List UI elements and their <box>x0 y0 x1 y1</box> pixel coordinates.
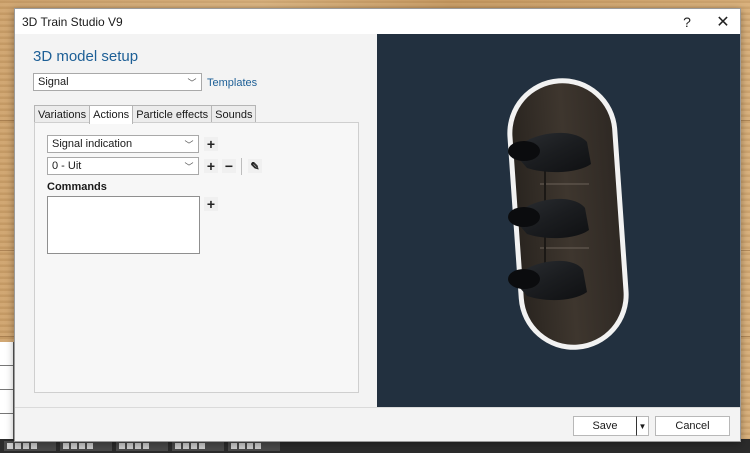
chevron-down-icon: ﹀ <box>187 77 197 88</box>
actions-panel: Signal indication ﹀ + 0 - Uit ﹀ + − ✎ Co… <box>34 122 359 393</box>
tab-label: Sounds <box>215 108 253 121</box>
add-command-button[interactable]: + <box>204 196 218 212</box>
tab-bar: Variations Actions Particle effects Soun… <box>34 105 257 124</box>
pencil-icon: ✎ <box>250 160 260 173</box>
close-icon: ✕ <box>716 13 730 31</box>
add-action-button[interactable]: + <box>204 136 218 152</box>
commands-label: Commands <box>47 181 107 193</box>
help-icon: ? <box>683 13 691 30</box>
save-label: Save <box>592 420 618 432</box>
dialog-content: 3D model setup Signal ﹀ Templates Variat… <box>15 34 740 408</box>
minus-icon: − <box>224 158 234 174</box>
state-select-value: 0 - Uit <box>52 160 82 172</box>
tab-variations[interactable]: Variations <box>34 105 91 123</box>
tab-label: Variations <box>38 108 87 121</box>
tab-actions[interactable]: Actions <box>89 105 134 124</box>
signal-model-render <box>507 78 629 350</box>
dialog-footer: Save ▼ Cancel <box>15 407 740 441</box>
settings-pane: 3D model setup Signal ﹀ Templates Variat… <box>15 34 377 408</box>
templates-link[interactable]: Templates <box>207 77 257 89</box>
save-options-button[interactable]: ▼ <box>636 416 649 436</box>
chevron-down-icon: ﹀ <box>184 161 194 172</box>
tab-label: Particle effects <box>136 108 209 121</box>
tab-label: Actions <box>93 109 130 121</box>
model-type-value: Signal <box>38 76 69 88</box>
3d-preview-viewport[interactable] <box>377 34 740 408</box>
tab-particle-effects[interactable]: Particle effects <box>132 105 213 123</box>
plus-icon: + <box>206 158 216 174</box>
save-button[interactable]: Save <box>573 416 637 436</box>
tab-sounds[interactable]: Sounds <box>211 105 257 123</box>
cancel-label: Cancel <box>675 420 710 432</box>
state-select[interactable]: 0 - Uit ﹀ <box>47 157 199 175</box>
model-setup-dialog: 3D Train Studio V9 ? ✕ 3D model setup Si… <box>14 8 741 442</box>
help-button[interactable]: ? <box>670 9 704 34</box>
action-select[interactable]: Signal indication ﹀ <box>47 135 199 153</box>
caret-down-icon: ▼ <box>638 421 647 431</box>
background-side-panel <box>0 342 14 439</box>
toolbar-divider <box>241 158 242 175</box>
model-type-select[interactable]: Signal ﹀ <box>33 73 202 91</box>
page-title: 3D model setup <box>33 48 139 65</box>
cancel-button[interactable]: Cancel <box>655 416 730 436</box>
action-select-value: Signal indication <box>52 138 133 150</box>
save-split-button: Save ▼ <box>573 416 649 436</box>
chevron-down-icon: ﹀ <box>184 139 194 150</box>
close-button[interactable]: ✕ <box>706 9 740 34</box>
plus-icon: + <box>206 136 216 152</box>
remove-state-button[interactable]: − <box>222 158 236 174</box>
window-title: 3D Train Studio V9 <box>22 14 123 29</box>
edit-state-button[interactable]: ✎ <box>248 159 262 173</box>
commands-list[interactable] <box>47 196 200 254</box>
plus-icon: + <box>206 196 216 212</box>
title-bar: 3D Train Studio V9 ? ✕ <box>15 9 740 34</box>
add-state-button[interactable]: + <box>204 158 218 174</box>
